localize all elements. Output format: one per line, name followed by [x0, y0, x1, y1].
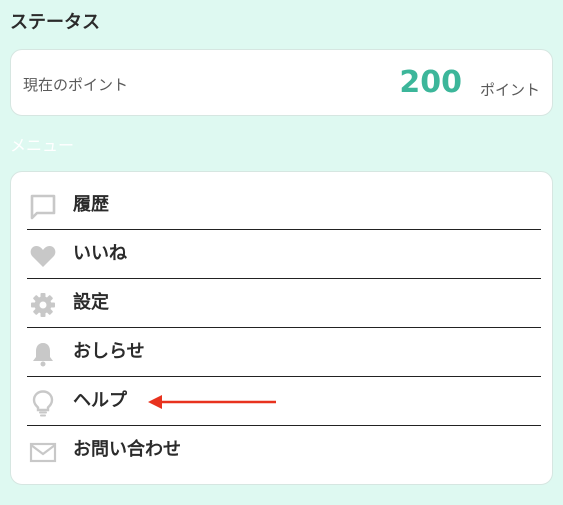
- menu-item-label: いいね: [73, 243, 127, 264]
- chat-bubble-icon: [30, 194, 56, 220]
- points-label: 現在のポイント: [23, 76, 129, 94]
- menu-item-notifications[interactable]: おしらせ: [27, 328, 541, 377]
- points-unit: ポイント: [479, 81, 540, 99]
- menu-section-title: メニュー: [10, 136, 75, 155]
- points-value: 200: [399, 65, 462, 100]
- menu-item-label: 設定: [73, 292, 109, 313]
- menu-item-help[interactable]: ヘルプ: [27, 377, 541, 426]
- status-section-title: ステータス: [10, 12, 100, 33]
- gear-icon: [31, 293, 55, 317]
- heart-icon: [30, 246, 56, 267]
- menu-item-label: おしらせ: [73, 341, 145, 362]
- menu-item-history[interactable]: 履歴: [27, 181, 541, 230]
- menu-item-contact[interactable]: お問い合わせ: [27, 426, 541, 475]
- menu-item-label: お問い合わせ: [73, 439, 181, 460]
- points-card: 現在のポイント 200 ポイント: [10, 49, 553, 116]
- mail-icon: [29, 442, 57, 463]
- arrow-left-icon: [148, 395, 276, 409]
- menu-item-settings[interactable]: 設定: [27, 279, 541, 328]
- menu-item-label: 履歴: [73, 194, 109, 215]
- menu-item-label: ヘルプ: [73, 390, 127, 411]
- bell-icon: [33, 343, 53, 367]
- menu-item-likes[interactable]: いいね: [27, 230, 541, 279]
- lightbulb-icon: [32, 390, 54, 417]
- menu-card: 履歴 いいね 設定 おしらせ ヘルプ お問い合わせ: [10, 171, 553, 485]
